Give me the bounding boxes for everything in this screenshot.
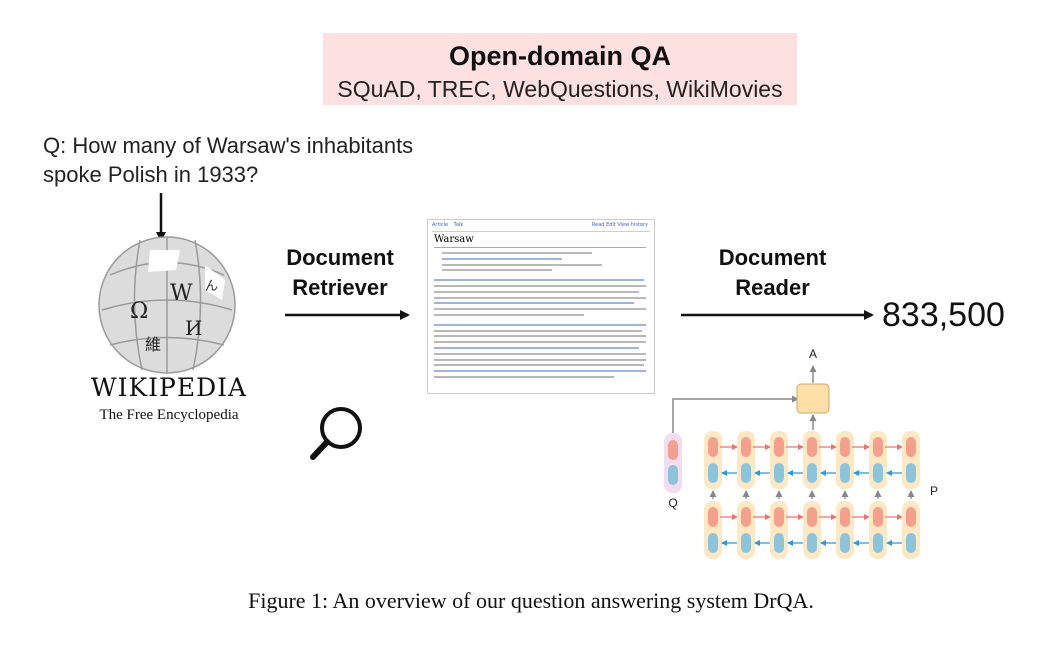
forward-lstm-cell (873, 507, 883, 527)
wikipedia-globe-icon: Ω W И 維 ん (98, 236, 236, 374)
svg-text:Ω: Ω (130, 299, 148, 324)
question-forward-cell (668, 440, 678, 460)
svg-text:ん: ん (205, 279, 218, 294)
svg-text:И: И (185, 316, 202, 340)
backward-lstm-cell (873, 463, 883, 483)
backward-lstm-cell (906, 463, 916, 483)
backward-lstm-cell (774, 463, 784, 483)
backward-lstm-cell (741, 533, 751, 553)
reader-network-diagram (664, 365, 920, 559)
backward-lstm-cell (906, 533, 916, 553)
backward-lstm-cell (774, 533, 784, 553)
forward-lstm-cell (807, 507, 817, 527)
backward-lstm-cell (807, 463, 817, 483)
forward-lstm-cell (906, 437, 916, 457)
backward-lstm-cell (840, 533, 850, 553)
forward-lstm-cell (741, 437, 751, 457)
magnifier-icon (310, 407, 362, 460)
passage-node-label: P (930, 484, 938, 498)
forward-lstm-cell (840, 507, 850, 527)
forward-lstm-cell (774, 507, 784, 527)
backward-lstm-cell (708, 533, 718, 553)
question-backward-cell (668, 465, 678, 485)
backward-lstm-cell (840, 463, 850, 483)
forward-lstm-cell (873, 437, 883, 457)
backward-lstm-cell (741, 463, 751, 483)
backward-lstm-cell (873, 533, 883, 553)
answer-node-label: A (809, 347, 817, 361)
question-node-label: Q (668, 496, 677, 510)
diagram-svg: Ω W И 維 ん A Q P (98, 193, 938, 559)
svg-text:W: W (170, 281, 193, 306)
svg-text:維: 維 (145, 335, 161, 354)
forward-lstm-cell (708, 507, 718, 527)
forward-lstm-cell (840, 437, 850, 457)
forward-lstm-cell (708, 437, 718, 457)
backward-lstm-cell (807, 533, 817, 553)
forward-lstm-cell (906, 507, 916, 527)
output-node (796, 383, 830, 414)
forward-lstm-cell (774, 437, 784, 457)
forward-lstm-cell (741, 507, 751, 527)
figure-caption: Figure 1: An overview of our question an… (248, 588, 814, 613)
backward-lstm-cell (708, 463, 718, 483)
forward-lstm-cell (807, 437, 817, 457)
